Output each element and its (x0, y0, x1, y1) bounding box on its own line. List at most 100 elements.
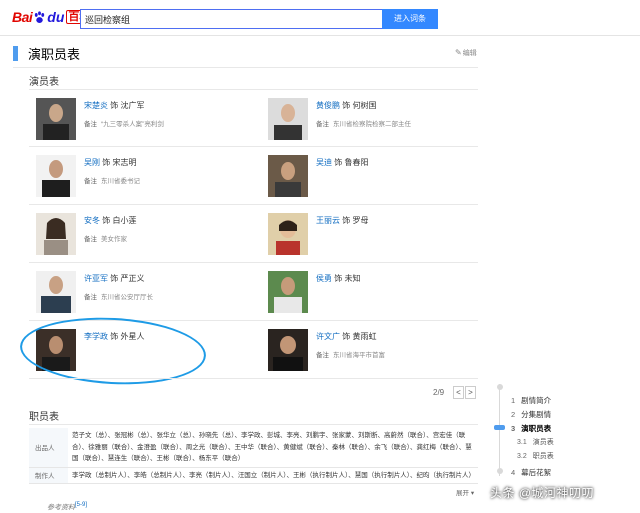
section-accent-bar (13, 45, 18, 61)
row-divider (29, 378, 478, 379)
actor-note: 美女作家 (101, 236, 127, 243)
actor-name[interactable]: 黄俊鹏 (316, 101, 340, 110)
actor-note: 东川省委书记 (101, 178, 140, 185)
role-prefix: 饰 (334, 158, 343, 167)
section-title: 演职员表 (28, 46, 81, 62)
table-of-contents: 1 剧情简介 2 分集剧情 3 演职员表 3.1 演员表 3.2 职员表 4 幕后花絮 (494, 382, 640, 482)
actor-card[interactable]: 安冬 饰 白小莲 备注 美女作家 (36, 213, 266, 261)
actor-photo[interactable] (268, 155, 308, 197)
logo-bai-text: Bai (12, 9, 33, 25)
actor-name[interactable]: 安冬 (84, 216, 100, 225)
cast-pager-count: 2/9 (433, 388, 445, 397)
toc-active-marker (494, 425, 505, 430)
staff-table: 出品人 范子文（总）、张冠彬（总）、张华立（总）、孙晓先（总）、李学政、彭城、李… (29, 428, 478, 484)
references-sup[interactable]: [5-9] (75, 502, 87, 508)
staff-title: 职员表 (29, 412, 59, 423)
row-divider (29, 204, 478, 205)
actor-name[interactable]: 宋楚炎 (84, 101, 108, 110)
toc-item-3[interactable]: 3 演职员表 (511, 423, 551, 434)
staff-value: 李学政（总制片人）、李皓（总制片人）、李亮（制片人）、汪国立（制片人）、王彬（执… (72, 471, 475, 479)
actor-photo[interactable] (36, 271, 76, 313)
actor-note: 东川省公安厅厅长 (101, 294, 153, 301)
role-prefix: 饰 (342, 332, 351, 341)
toc-item-1[interactable]: 1 剧情简介 (511, 395, 551, 406)
staff-key: 出品人 (29, 428, 68, 467)
top-bar: Bai du 百科 进入词条 (0, 0, 640, 36)
toc-item-2[interactable]: 2 分集剧情 (511, 409, 551, 420)
note-label: 备注 (316, 121, 329, 128)
logo-du-text: du (47, 9, 65, 25)
actor-card[interactable]: 宋楚炎 饰 沈广军 备注 “九三零杀人案”亮利剑 (36, 98, 266, 146)
actor-photo[interactable] (268, 213, 308, 255)
actor-role: 鲁春阳 (344, 158, 369, 167)
actor-role: 何树国 (352, 101, 377, 110)
actor-role: 沈广军 (120, 101, 145, 110)
paw-icon (35, 10, 45, 23)
actor-role: 白小莲 (112, 216, 137, 225)
role-prefix: 饰 (342, 216, 351, 225)
role-prefix: 饰 (334, 274, 343, 283)
toc-item-3-1[interactable]: 3.1 演员表 (517, 437, 554, 447)
staff-key: 制作人 (29, 467, 68, 483)
toc-item-4[interactable]: 4 幕后花絮 (511, 467, 551, 478)
actor-role: 未知 (344, 274, 361, 283)
toutiao-watermark: 头条 @城河神叨叨 (490, 486, 595, 500)
actor-card[interactable]: 侯勇 饰 未知 (268, 271, 498, 319)
actor-note: 东川省海平市首富 (333, 352, 385, 359)
note-label: 备注 (84, 121, 97, 128)
role-prefix: 饰 (110, 274, 119, 283)
expand-button[interactable]: 展开 ▾ (456, 487, 474, 497)
actor-card[interactable]: 王丽云 饰 罗母 (268, 213, 498, 261)
edit-link[interactable]: ✎编辑 (455, 48, 477, 58)
toc-line (499, 384, 500, 476)
toc-top-dot (496, 384, 503, 390)
actor-photo[interactable] (36, 155, 76, 197)
actor-photo[interactable] (268, 329, 308, 371)
actor-name[interactable]: 侯勇 (316, 274, 332, 283)
actor-photo[interactable] (268, 271, 308, 313)
actor-note: “九三零杀人案”亮利剑 (101, 121, 164, 128)
chevron-down-icon: ▾ (470, 490, 475, 497)
staff-row-producers: 出品人 范子文（总）、张冠彬（总）、张华立（总）、孙晓先（总）、李学政、彭城、李… (29, 428, 478, 468)
role-prefix: 饰 (102, 216, 111, 225)
references-label[interactable]: 参考资料[5-9] (47, 502, 87, 512)
actor-role: 黄雨虹 (352, 332, 377, 341)
role-prefix: 饰 (102, 158, 111, 167)
actor-name[interactable]: 王丽云 (316, 216, 340, 225)
edit-label: 编辑 (462, 50, 477, 57)
toc-item-3-2[interactable]: 3.2 职员表 (517, 451, 554, 461)
actor-card[interactable]: 吴刚 饰 宋志明 备注 东川省委书记 (36, 155, 266, 203)
note-label: 备注 (84, 236, 97, 243)
row-divider (29, 262, 478, 263)
actor-name[interactable]: 吴迪 (316, 158, 332, 167)
actor-photo[interactable] (36, 213, 76, 255)
prev-page-button[interactable]: < (453, 386, 464, 399)
row-divider (29, 146, 478, 147)
role-prefix: 饰 (342, 101, 351, 110)
actor-role: 严正义 (120, 274, 145, 283)
note-label: 备注 (84, 178, 97, 185)
actor-name[interactable]: 吴刚 (84, 158, 100, 167)
next-page-button[interactable]: > (465, 386, 476, 399)
actor-role: 宋志明 (112, 158, 137, 167)
toc-dot (496, 468, 503, 474)
actor-card[interactable]: 许文广 饰 黄雨虹 备注 东川省海平市首富 (268, 329, 498, 377)
role-prefix: 饰 (110, 101, 119, 110)
actor-note: 东川省检察院检察二部主任 (333, 121, 411, 128)
actor-photo[interactable] (36, 98, 76, 140)
staff-value: 范子文（总）、张冠彬（总）、张华立（总）、孙晓先（总）、李学政、彭城、李亮、刘鹏… (72, 432, 472, 462)
note-label: 备注 (316, 352, 329, 359)
actor-card[interactable]: 吴迪 饰 鲁春阳 (268, 155, 498, 203)
pencil-icon: ✎ (455, 48, 462, 57)
search-input[interactable] (80, 9, 382, 29)
enter-entry-button[interactable]: 进入词条 (382, 9, 438, 29)
actor-name[interactable]: 许文广 (316, 332, 340, 341)
cast-title: 演员表 (29, 77, 59, 88)
actor-name[interactable]: 许亚军 (84, 274, 108, 283)
actor-photo[interactable] (268, 98, 308, 140)
actor-card[interactable]: 许亚军 饰 严正义 备注 东川省公安厅厅长 (36, 271, 266, 319)
section-heading: 演职员表 (13, 45, 81, 62)
cast-divider (29, 89, 478, 90)
actor-card[interactable]: 黄俊鹏 饰 何树国 备注 东川省检察院检察二部主任 (268, 98, 498, 146)
note-label: 备注 (84, 294, 97, 301)
